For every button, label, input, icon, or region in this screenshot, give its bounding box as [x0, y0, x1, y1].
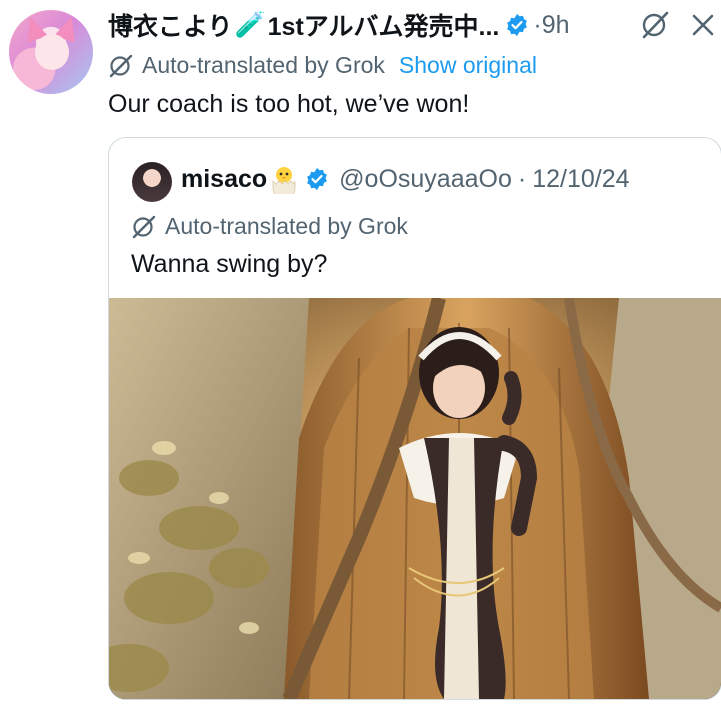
tweet-header: 博衣こより 🧪 1stアルバム発売中... · 9h: [108, 8, 570, 42]
tweet-time[interactable]: 9h: [542, 11, 570, 40]
time-separator: ·: [533, 10, 542, 39]
tweet-text: Our coach is too hot, we’ve won!: [108, 90, 470, 118]
grok-translate-icon: [132, 215, 156, 238]
author-avatar[interactable]: [9, 10, 93, 94]
quoted-tweet-text: Wanna swing by?: [131, 250, 328, 278]
author-display-name[interactable]: 博衣こより: [108, 7, 233, 43]
avatar-face: [35, 34, 69, 70]
translation-note: Auto-translated by Grok: [142, 52, 385, 78]
quoted-translation-note: Auto-translated by Grok: [165, 213, 408, 239]
quoted-handle[interactable]: @oOsuyaaaOo: [339, 165, 512, 194]
quoted-translation-note-row: Auto-translated by Grok: [131, 213, 408, 240]
quoted-tweet-photo[interactable]: [109, 298, 721, 699]
verified-badge-icon[interactable]: [505, 13, 529, 37]
quoted-tweet-card[interactable]: misaco @oOsuyaaaOo · 12/10/24 Auto-trans…: [108, 137, 721, 700]
quoted-display-name[interactable]: misaco: [181, 165, 267, 194]
hatching-chick-icon: [272, 167, 296, 194]
quoted-tweet-header: misaco @oOsuyaaaOo · 12/10/24: [181, 164, 630, 194]
translation-note-row: Auto-translated by Grok Show original: [108, 52, 537, 79]
name-emoji: 🧪: [234, 10, 266, 39]
quoted-author-avatar[interactable]: [132, 162, 172, 202]
date-separator: ·: [517, 164, 527, 193]
show-original-link[interactable]: Show original: [399, 52, 537, 79]
close-icon[interactable]: [690, 12, 716, 38]
photo-illustration: [109, 298, 721, 699]
verified-badge-icon[interactable]: [305, 167, 329, 191]
grok-translate-icon: [109, 54, 133, 77]
quoted-date[interactable]: 12/10/24: [532, 165, 629, 194]
author-name-suffix[interactable]: 1stアルバム発売中...: [268, 7, 500, 43]
grok-icon[interactable]: [640, 10, 670, 40]
